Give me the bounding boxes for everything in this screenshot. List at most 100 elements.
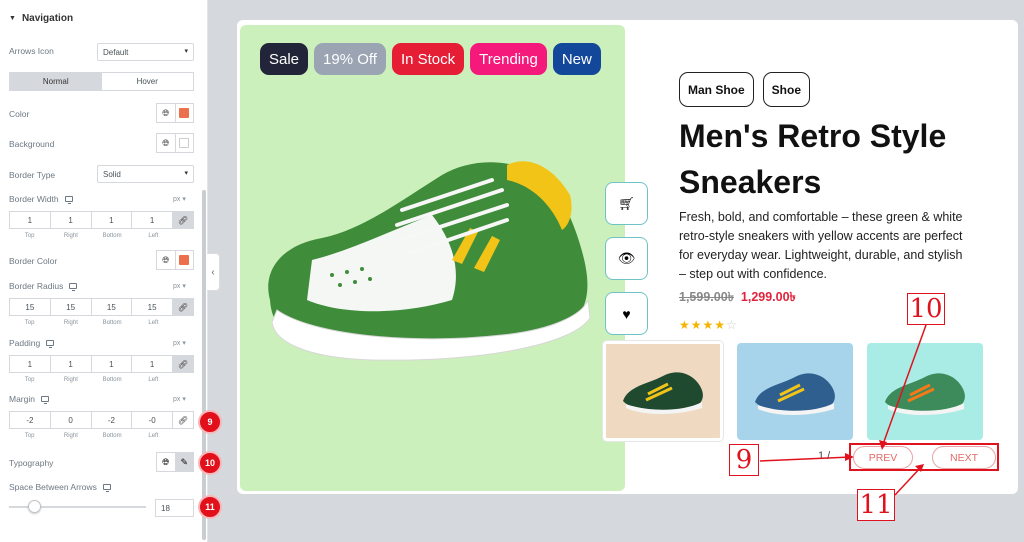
tab-hover[interactable]: Hover [102, 73, 194, 90]
background-picker[interactable] [176, 134, 194, 152]
link-icon[interactable]: 🔗︎ [173, 212, 193, 228]
dim-left[interactable]: -0 [132, 412, 173, 428]
price-row: 1,599.00৳ 1,299.00৳ [679, 289, 796, 309]
monitor-icon[interactable] [40, 396, 49, 404]
dim-label: Top [24, 433, 35, 439]
dim-label: Top [24, 377, 35, 383]
editor-panel: ▼ Navigation Arrows Icon Default ▾ Norma… [0, 0, 208, 542]
wishlist-button[interactable]: ♥ [605, 292, 648, 335]
monitor-icon[interactable] [69, 283, 78, 291]
pencil-icon[interactable]: ✎ [175, 453, 193, 471]
typography-label: Typography [9, 458, 54, 468]
unlink-icon[interactable]: 🔗︎ [173, 412, 193, 428]
chevron-down-icon: ▾ [184, 48, 188, 55]
badge-sale: Sale [260, 43, 309, 75]
dim-top[interactable]: 1 [10, 356, 51, 372]
star-icon: ★★★★ [679, 318, 727, 332]
color-control: 🌐︎ [156, 103, 194, 123]
unit-text: px [173, 196, 181, 203]
margin-label: Margin [9, 394, 49, 404]
unit-selector[interactable]: px ▾ [173, 395, 186, 403]
annotation-highlight-box [849, 443, 999, 471]
border-type-select[interactable]: Solid ▾ [97, 165, 194, 183]
color-label: Color [9, 109, 30, 119]
space-slider-thumb[interactable] [28, 500, 41, 513]
background-swatch [179, 138, 190, 148]
border-width-text: Border Width [9, 194, 59, 204]
badge-row: Sale 19% Off In Stock Trending New [260, 43, 601, 75]
margin-inputs: -2 0 -2 -0 🔗︎ [9, 411, 194, 429]
thumbnail-1[interactable] [603, 341, 723, 441]
margin-text: Margin [9, 394, 35, 404]
product-title[interactable]: Men's Retro Style Sneakers [679, 113, 999, 205]
dim-bottom[interactable]: -2 [92, 412, 133, 428]
unit-text: px [173, 340, 181, 347]
link-icon[interactable]: 🔗︎ [173, 356, 193, 372]
thumbnail-2[interactable] [737, 343, 853, 440]
background-control: 🌐︎ [156, 133, 194, 153]
dim-bottom[interactable]: 1 [92, 212, 133, 228]
tag-shoe[interactable]: Shoe [762, 72, 811, 107]
globe-icon[interactable]: 🌐︎ [157, 134, 176, 152]
quick-actions: 🛒︎ 👁︎ ♥ [605, 182, 648, 347]
globe-icon[interactable]: 🌐︎ [157, 251, 176, 269]
dim-label: Left [148, 433, 159, 439]
padding-label: Padding [9, 338, 55, 348]
product-image[interactable] [252, 150, 602, 365]
dim-left[interactable]: 1 [132, 212, 173, 228]
dim-top[interactable]: 15 [10, 299, 51, 315]
section-header[interactable]: ▼ Navigation [9, 13, 73, 24]
unit-selector[interactable]: px ▾ [173, 282, 186, 290]
thumbnail-shoe-image [623, 372, 703, 414]
border-color-picker[interactable] [176, 251, 194, 269]
product-description: Fresh, bold, and comfortable – these gre… [679, 210, 963, 281]
dim-left[interactable]: 15 [132, 299, 173, 315]
dim-labels: Top Right Bottom Left [9, 233, 174, 239]
typography-control: 🌐︎ ✎ [156, 452, 194, 472]
section-title: Navigation [21, 13, 74, 24]
link-icon[interactable]: 🔗︎ [173, 299, 193, 315]
badge-in-stock: In Stock [391, 43, 465, 75]
thumbnail-3[interactable] [867, 343, 983, 440]
dim-right[interactable]: 1 [51, 212, 92, 228]
color-swatch [179, 108, 190, 118]
arrows-icon-select[interactable]: Default ▾ [97, 43, 194, 61]
monitor-icon[interactable] [64, 196, 73, 204]
chevron-down-icon: ▾ [184, 170, 188, 177]
price-new: 1,299.00৳ [740, 290, 796, 304]
rating-stars: ★★★★☆ [679, 318, 738, 332]
badge-new: New [552, 43, 601, 75]
space-between-input[interactable]: 18 [155, 499, 194, 517]
slide-counter: 1 / [818, 450, 831, 462]
tag-man-shoe[interactable]: Man Shoe [679, 72, 754, 107]
quick-view-button[interactable]: 👁︎ [605, 237, 648, 280]
unit-selector[interactable]: px ▾ [173, 339, 186, 347]
panel-scrollbar[interactable] [202, 190, 206, 540]
tab-normal[interactable]: Normal [10, 73, 102, 90]
collapse-panel-button[interactable]: ‹ [207, 253, 220, 291]
color-picker[interactable] [176, 104, 194, 122]
globe-icon[interactable]: 🌐︎ [157, 104, 176, 122]
dim-bottom[interactable]: 15 [92, 299, 133, 315]
dim-top[interactable]: 1 [10, 212, 51, 228]
dim-right[interactable]: 1 [51, 356, 92, 372]
heart-icon: ♥ [622, 305, 631, 322]
border-color-label: Border Color [9, 256, 58, 266]
annotation-label-10: 10 [907, 293, 945, 325]
cart-icon: 🛒︎ [618, 195, 635, 211]
dim-bottom[interactable]: 1 [92, 356, 133, 372]
border-color-control: 🌐︎ [156, 250, 194, 270]
border-radius-text: Border Radius [9, 281, 64, 291]
dim-label: Bottom [102, 233, 122, 239]
dim-right[interactable]: 15 [51, 299, 92, 315]
monitor-icon[interactable] [102, 484, 111, 492]
dim-right[interactable]: 0 [51, 412, 92, 428]
dim-label: Top [24, 320, 35, 326]
add-to-cart-button[interactable]: 🛒︎ [605, 182, 648, 225]
globe-icon[interactable]: 🌐︎ [157, 453, 176, 471]
dim-left[interactable]: 1 [132, 356, 173, 372]
dim-top[interactable]: -2 [10, 412, 51, 428]
border-color-swatch [179, 255, 190, 265]
monitor-icon[interactable] [46, 340, 55, 348]
unit-selector[interactable]: px ▾ [173, 195, 186, 203]
